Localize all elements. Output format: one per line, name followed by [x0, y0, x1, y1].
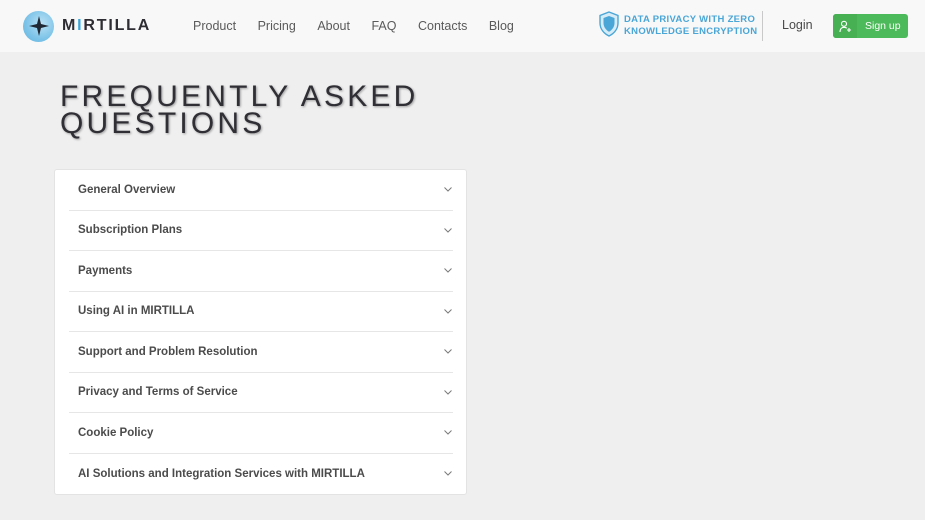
chevron-down-icon — [443, 306, 453, 316]
nav-item-blog[interactable]: Blog — [489, 19, 514, 33]
page-title-line-2: QUESTIONS — [60, 106, 266, 140]
site-header: MIRTILLA Product Pricing About FAQ Conta… — [0, 0, 925, 52]
faq-item-ai-solutions[interactable]: AI Solutions and Integration Services wi… — [69, 454, 453, 495]
chevron-down-icon — [443, 387, 453, 397]
faq-item-privacy-terms[interactable]: Privacy and Terms of Service — [69, 373, 453, 413]
faq-item-general-overview[interactable]: General Overview — [69, 170, 453, 211]
faq-item-label: Privacy and Terms of Service — [78, 386, 238, 399]
chevron-down-icon — [443, 469, 453, 479]
faq-item-label: Using AI in MIRTILLA — [78, 305, 195, 318]
faq-item-subscription-plans[interactable]: Subscription Plans — [69, 211, 453, 251]
faq-item-cookie-policy[interactable]: Cookie Policy — [69, 413, 453, 454]
star-logo-icon — [23, 10, 54, 42]
nav-item-about[interactable]: About — [317, 19, 350, 33]
logo-wordmark: MIRTILLA — [62, 17, 152, 34]
nav-item-contacts[interactable]: Contacts — [418, 19, 467, 33]
signup-button[interactable]: Sign up — [833, 14, 908, 38]
login-link[interactable]: Login — [782, 18, 813, 32]
main-nav: Product Pricing About FAQ Contacts Blog — [193, 0, 535, 52]
site-logo[interactable]: MIRTILLA — [23, 10, 151, 42]
chevron-down-icon — [443, 347, 453, 357]
add-user-icon — [833, 14, 857, 38]
shield-icon — [598, 10, 620, 42]
faq-item-support[interactable]: Support and Problem Resolution — [69, 332, 453, 373]
page-title: FREQUENTLY ASKED QUESTIONS — [60, 82, 480, 140]
faq-item-label: Subscription Plans — [78, 224, 183, 237]
faq-accordion: General Overview Subscription Plans Paym… — [54, 169, 467, 495]
header-divider — [762, 11, 763, 41]
faq-item-using-ai[interactable]: Using AI in MIRTILLA — [69, 292, 453, 332]
privacy-text: DATA PRIVACY WITH ZERO KNOWLEDGE ENCRYPT… — [624, 14, 757, 38]
privacy-badge[interactable]: DATA PRIVACY WITH ZERO KNOWLEDGE ENCRYPT… — [598, 10, 757, 42]
faq-item-label: Payments — [78, 264, 133, 277]
nav-item-product[interactable]: Product — [193, 19, 236, 33]
nav-item-faq[interactable]: FAQ — [371, 19, 396, 33]
chevron-down-icon — [443, 266, 453, 276]
signup-label: Sign up — [865, 20, 901, 32]
faq-item-payments[interactable]: Payments — [69, 251, 453, 292]
chevron-down-icon — [443, 185, 453, 195]
faq-item-label: Cookie Policy — [78, 426, 154, 439]
privacy-line-2: KNOWLEDGE ENCRYPTION — [624, 26, 758, 37]
chevron-down-icon — [443, 428, 453, 438]
faq-item-label: AI Solutions and Integration Services wi… — [78, 467, 365, 480]
chevron-down-icon — [443, 225, 453, 235]
faq-item-label: General Overview — [78, 183, 176, 196]
privacy-line-1: DATA PRIVACY WITH ZERO — [624, 14, 756, 25]
nav-item-pricing[interactable]: Pricing — [258, 19, 296, 33]
faq-item-label: Support and Problem Resolution — [78, 345, 258, 358]
